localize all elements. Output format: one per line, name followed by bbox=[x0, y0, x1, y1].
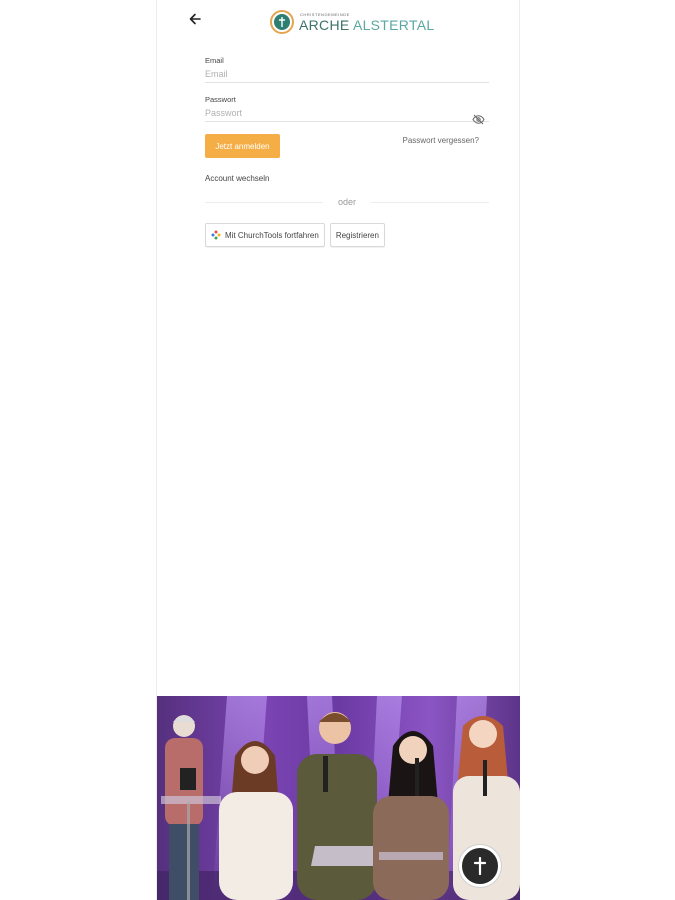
churchtools-icon bbox=[211, 230, 221, 240]
email-label: Email bbox=[205, 56, 224, 65]
email-field-group: Email bbox=[205, 56, 489, 83]
arrow-left-icon bbox=[189, 13, 201, 25]
alternative-login-buttons: Mit ChurchTools fortfahren Registrieren bbox=[205, 223, 489, 247]
password-field-group: Passwort bbox=[205, 95, 489, 125]
app-screen: Christengemeinde ARCHE ALSTERTAL Email P… bbox=[156, 0, 520, 900]
churchtools-login-button[interactable]: Mit ChurchTools fortfahren bbox=[205, 223, 325, 247]
password-label: Passwort bbox=[205, 95, 236, 104]
church-logo: Christengemeinde ARCHE ALSTERTAL bbox=[270, 9, 434, 35]
login-actions: Jetzt anmelden Passwort vergessen? bbox=[205, 134, 489, 160]
cross-fab-button[interactable] bbox=[459, 845, 501, 887]
eye-off-icon[interactable] bbox=[472, 112, 485, 125]
forgot-password-link[interactable]: Passwort vergessen? bbox=[403, 136, 479, 145]
email-input[interactable] bbox=[205, 65, 489, 83]
logo-word-arche: ARCHE bbox=[299, 16, 350, 33]
or-divider: oder bbox=[205, 197, 489, 207]
login-button[interactable]: Jetzt anmelden bbox=[205, 134, 280, 158]
back-button[interactable] bbox=[187, 11, 203, 27]
logo-word-alstertal: ALSTERTAL bbox=[352, 16, 435, 33]
password-input[interactable] bbox=[205, 104, 489, 122]
cross-icon bbox=[473, 857, 487, 875]
logo-emblem-icon bbox=[270, 10, 294, 34]
community-photo bbox=[157, 696, 520, 900]
login-form: Email Passwort Jetzt anmelden Passwort v… bbox=[205, 56, 489, 247]
churchtools-button-label: Mit ChurchTools fortfahren bbox=[225, 230, 319, 240]
switch-account-link[interactable]: Account wechseln bbox=[205, 174, 489, 183]
register-button[interactable]: Registrieren bbox=[329, 223, 385, 247]
